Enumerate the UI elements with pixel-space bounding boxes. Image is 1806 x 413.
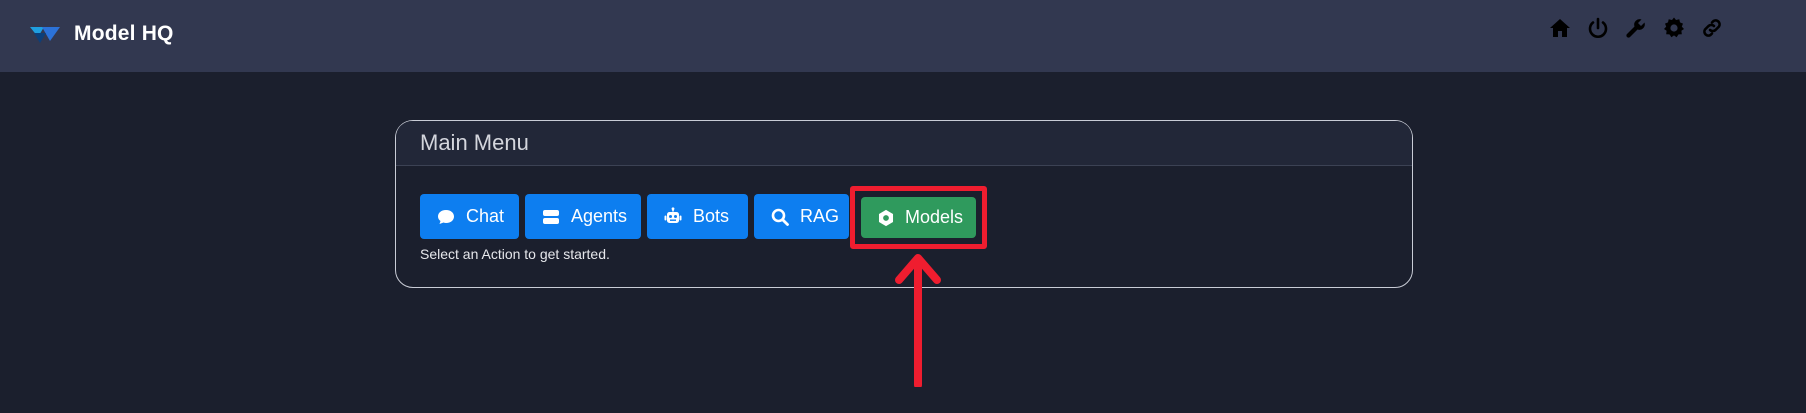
annotation-arrow bbox=[895, 254, 941, 387]
main-menu-title: Main Menu bbox=[420, 130, 529, 155]
wrench-icon[interactable] bbox=[1624, 16, 1648, 40]
bots-button-label: Bots bbox=[693, 206, 730, 226]
chat-button[interactable]: Chat bbox=[420, 194, 519, 239]
main-menu-header: Main Menu bbox=[396, 121, 1412, 166]
chat-icon bbox=[436, 207, 456, 227]
model-hq-logo bbox=[30, 27, 60, 43]
brand[interactable]: Model HQ bbox=[28, 22, 174, 46]
top-navbar: Model HQ bbox=[0, 0, 1806, 72]
gear-icon bbox=[877, 209, 895, 227]
models-button[interactable]: Models bbox=[861, 197, 976, 238]
agents-button[interactable]: Agents bbox=[525, 194, 641, 239]
rag-button[interactable]: RAG bbox=[754, 194, 849, 239]
link-icon[interactable] bbox=[1700, 16, 1724, 40]
models-button-label: Models bbox=[905, 207, 964, 227]
robot-icon bbox=[663, 206, 683, 227]
search-icon bbox=[770, 207, 790, 227]
bots-button[interactable]: Bots bbox=[647, 194, 748, 239]
helper-text: Select an Action to get started. bbox=[420, 246, 610, 262]
gear-icon[interactable] bbox=[1662, 16, 1686, 40]
agents-button-label: Agents bbox=[571, 206, 628, 226]
nav-icon-bar bbox=[1548, 16, 1724, 40]
brand-name: Model HQ bbox=[74, 22, 174, 45]
home-icon[interactable] bbox=[1548, 16, 1572, 40]
models-highlight-box: Models bbox=[850, 186, 987, 249]
chat-button-label: Chat bbox=[466, 206, 505, 226]
power-icon[interactable] bbox=[1586, 16, 1610, 40]
server-icon bbox=[541, 207, 561, 227]
rag-button-label: RAG bbox=[800, 206, 840, 226]
action-button-row: Chat Agents Bots RAG bbox=[420, 194, 849, 239]
